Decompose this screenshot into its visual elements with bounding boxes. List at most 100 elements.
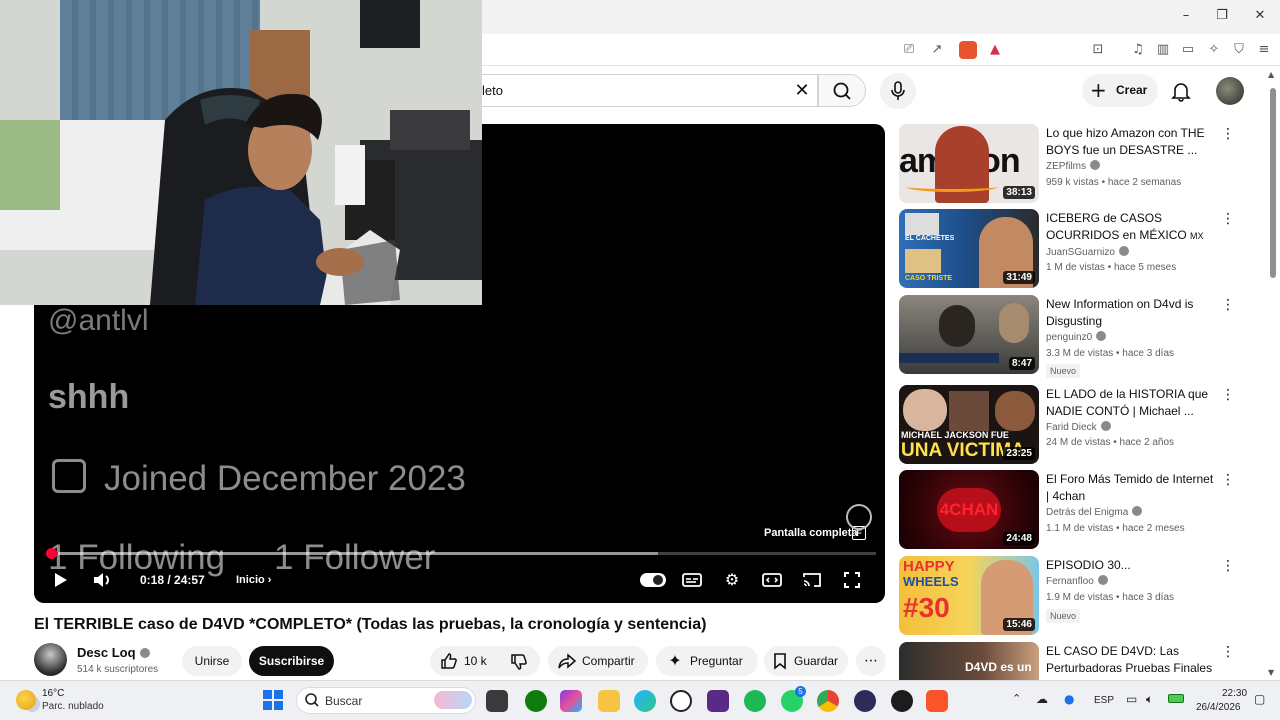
notifications-bell-icon[interactable]	[1170, 80, 1192, 102]
recommendation-item[interactable]: amazon 38:13 Lo que hizo Amazon con THE …	[899, 124, 1239, 204]
leo-ai-icon[interactable]: ✧	[1206, 42, 1222, 58]
tray-chevron-up-icon[interactable]: ⌃	[1012, 692, 1021, 705]
recommendation-title[interactable]: New Information on D4vd is Disgusting	[1046, 296, 1218, 330]
weather-description[interactable]: Parc. nublado	[42, 701, 104, 712]
scroll-down-icon[interactable]: ▼	[1268, 668, 1274, 677]
volume-icon[interactable]	[90, 568, 114, 592]
share-page-icon[interactable]: ↗	[929, 42, 945, 58]
subtitles-icon[interactable]	[680, 568, 704, 592]
recommendation-channel[interactable]: Fernanfloo	[1046, 575, 1108, 587]
recommendation-channel[interactable]: Farid Dieck	[1046, 421, 1111, 433]
cloud-sync-icon[interactable]: ☁	[1036, 692, 1048, 706]
chatgpt-icon[interactable]	[670, 690, 692, 712]
kebab-menu-icon[interactable]: ⋮	[1221, 644, 1235, 660]
chapter-button[interactable]: Inicio ›	[236, 574, 271, 586]
menu-icon[interactable]: ≡	[1256, 42, 1272, 58]
edge-icon[interactable]	[634, 690, 656, 712]
weather-temperature[interactable]: 16°C	[42, 688, 64, 699]
task-view-icon[interactable]	[486, 690, 508, 712]
theater-mode-icon[interactable]	[760, 568, 784, 592]
video-thumbnail[interactable]: MICHAEL JACKSON FUE UNA VICTIMA 23:25	[899, 385, 1039, 464]
ask-label[interactable]: Preguntar	[690, 654, 743, 668]
voice-search-button[interactable]	[880, 73, 916, 109]
scrollbar-thumb[interactable]	[1270, 88, 1276, 278]
notifications-icon[interactable]: ▢	[1254, 692, 1265, 706]
video-thumbnail[interactable]: EL CACHETES CASO TRISTE 31:49	[899, 209, 1039, 288]
spotify-icon[interactable]	[744, 690, 766, 712]
channel-watermark-icon[interactable]	[846, 504, 872, 530]
vpn-icon[interactable]: ⛉	[1231, 42, 1247, 58]
channel-text[interactable]: Detrás del Enigma	[1046, 507, 1128, 518]
brave-shields-icon[interactable]	[959, 41, 977, 59]
media-icon[interactable]: ♫	[1130, 42, 1146, 58]
sidebar-toggle-icon[interactable]: ▥	[1155, 42, 1171, 58]
file-explorer-icon[interactable]	[598, 690, 620, 712]
recommendation-title[interactable]: EL CASO DE D4VD: Las Perturbadoras Prueb…	[1046, 643, 1218, 677]
kebab-menu-icon[interactable]: ⋮	[1221, 297, 1235, 313]
close-window-icon[interactable]: ✕	[1250, 8, 1270, 26]
volume-tray-icon[interactable]: 🔈︎	[1146, 692, 1153, 707]
save-label[interactable]: Guardar	[794, 654, 838, 668]
recommendation-title-text[interactable]: ICEBERG de CASOS OCURRIDOS en MÉXICO	[1046, 211, 1187, 242]
minimize-icon[interactable]: –	[1176, 8, 1196, 26]
recommendation-title[interactable]: Lo que hizo Amazon con THE BOYS fue un D…	[1046, 125, 1218, 159]
channel-text[interactable]: ZEPfilms	[1046, 161, 1086, 172]
more-actions-icon[interactable]: ⋯	[856, 646, 886, 676]
channel-name[interactable]: Desc Loq	[77, 645, 150, 660]
channel-text[interactable]: JuanSGuarnizo	[1046, 247, 1115, 258]
video-thumbnail[interactable]: 4CHAN 24:48	[899, 470, 1039, 549]
recommendation-item[interactable]: HAPPY WHEELS #30 15:46 EPISODIO 30... Fe…	[899, 556, 1239, 636]
clock-date[interactable]: 26/4/2026	[1196, 702, 1241, 713]
recording-app-icon[interactable]	[891, 690, 913, 712]
kebab-menu-icon[interactable]: ⋮	[1221, 558, 1235, 574]
recommendation-title[interactable]: EL LADO de la HISTORIA que NADIE CONTÓ |…	[1046, 386, 1218, 420]
kebab-menu-icon[interactable]: ⋮	[1221, 211, 1235, 227]
search-input-value[interactable]: leto	[482, 83, 503, 98]
search-input[interactable]	[482, 74, 818, 107]
share-label[interactable]: Compartir	[582, 654, 635, 668]
channel-name-text[interactable]: Desc Loq	[77, 645, 136, 660]
thumbs-down-icon[interactable]	[509, 652, 529, 672]
xbox-icon[interactable]	[525, 690, 547, 712]
video-thumbnail[interactable]: 8:47	[899, 295, 1039, 374]
recommendation-item[interactable]: 4CHAN 24:48 El Foro Más Temido de Intern…	[899, 470, 1239, 550]
recommendation-item[interactable]: MICHAEL JACKSON FUE UNA VICTIMA 23:25 EL…	[899, 385, 1239, 465]
battery-icon[interactable]	[1168, 694, 1184, 703]
recommendation-channel[interactable]: JuanSGuarnizo	[1046, 246, 1129, 258]
kebab-menu-icon[interactable]: ⋮	[1221, 387, 1235, 403]
thumbs-up-icon[interactable]	[439, 651, 459, 671]
kebab-menu-icon[interactable]: ⋮	[1221, 126, 1235, 142]
recommendation-title[interactable]: El Foro Más Temido de Internet | 4chan	[1046, 471, 1218, 505]
clear-search-icon[interactable]: ✕	[792, 80, 812, 101]
recommendation-item[interactable]: D4VD es un EL CASO DE D4VD: Las Perturba…	[899, 642, 1239, 680]
network-icon[interactable]: ▭	[1126, 692, 1137, 706]
brave-rewards-icon[interactable]: ▲	[987, 42, 1003, 58]
video-thumbnail[interactable]: HAPPY WHEELS #30 15:46	[899, 556, 1039, 635]
clock-time[interactable]: 22:30	[1222, 688, 1247, 699]
video-thumbnail[interactable]: amazon 38:13	[899, 124, 1039, 203]
scroll-up-icon[interactable]: ▲	[1268, 70, 1274, 79]
reader-mode-icon[interactable]: ⊡	[1090, 42, 1106, 58]
play-icon[interactable]	[48, 568, 72, 592]
wallet-icon[interactable]: ▭	[1180, 42, 1196, 58]
autoplay-toggle[interactable]	[640, 573, 666, 587]
settings-gear-icon[interactable]: ⚙	[720, 568, 744, 592]
install-app-icon[interactable]: ⎚	[901, 42, 917, 58]
obs-icon[interactable]	[854, 690, 876, 712]
cast-icon[interactable]	[800, 568, 824, 592]
channel-text[interactable]: Farid Dieck	[1046, 422, 1097, 433]
recommendation-channel[interactable]: penguinz0	[1046, 331, 1107, 343]
recommendation-channel[interactable]: ZEPfilms	[1046, 160, 1100, 172]
fullscreen-icon[interactable]	[840, 568, 864, 592]
progress-scrubber-handle[interactable]	[46, 548, 57, 559]
tray-microphone-icon[interactable]: ●	[1064, 692, 1074, 706]
recommendation-item[interactable]: 8:47 New Information on D4vd is Disgusti…	[899, 295, 1239, 378]
channel-avatar[interactable]	[34, 643, 67, 676]
recommendation-item[interactable]: EL CACHETES CASO TRISTE 31:49 ICEBERG de…	[899, 209, 1239, 289]
recommendation-title[interactable]: ICEBERG de CASOS OCURRIDOS en MÉXICO MX	[1046, 210, 1218, 244]
subscribe-button[interactable]: Suscribirse	[249, 646, 334, 676]
weather-cloud-icon[interactable]	[16, 690, 36, 710]
input-language[interactable]: ESP	[1094, 695, 1114, 706]
maximize-icon[interactable]: ❐	[1212, 8, 1232, 26]
proton-icon[interactable]	[707, 690, 729, 712]
